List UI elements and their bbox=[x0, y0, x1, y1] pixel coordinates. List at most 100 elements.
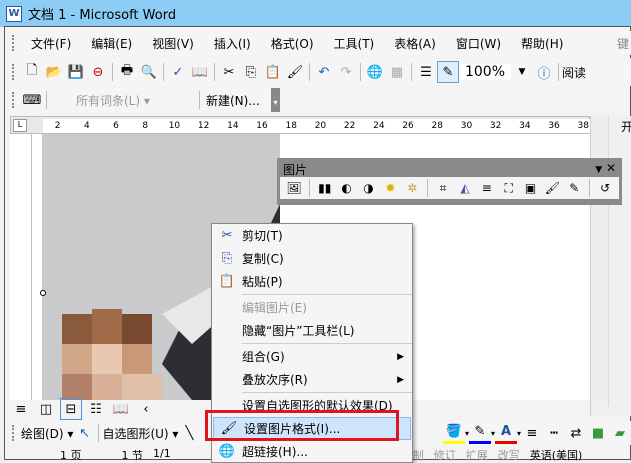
grip-handle[interactable] bbox=[12, 35, 15, 51]
web-view-icon[interactable]: ◫ bbox=[35, 398, 57, 420]
zoom-dropdown-icon[interactable]: ▼ bbox=[511, 61, 533, 83]
ruler-tick-label: 4 bbox=[83, 121, 90, 131]
shadow-icon[interactable]: ■ bbox=[587, 422, 609, 444]
table-icon[interactable]: ▦ bbox=[386, 61, 408, 83]
more-brightness-icon[interactable]: ✹ bbox=[380, 178, 400, 198]
compress-icon[interactable]: ⛶ bbox=[499, 178, 519, 198]
text-wrapping-icon[interactable]: ▣ bbox=[521, 178, 541, 198]
redo-icon[interactable]: ↷ bbox=[335, 61, 357, 83]
menu-item-paste[interactable]: 📋 粘贴(P) bbox=[212, 270, 412, 293]
research-icon[interactable]: 📖 bbox=[189, 61, 211, 83]
reading-view-icon[interactable]: 📖 bbox=[110, 398, 132, 420]
status-ovr[interactable]: 改写 bbox=[498, 447, 520, 462]
permission-icon[interactable]: ⊖ bbox=[87, 61, 109, 83]
ruler-tick-label: 24 bbox=[373, 121, 385, 131]
copy-icon[interactable]: ⎘ bbox=[240, 61, 262, 83]
less-brightness-icon[interactable]: ✲ bbox=[402, 178, 422, 198]
save-icon[interactable]: 💾 bbox=[65, 61, 87, 83]
standard-toolbar: 🗋 📂 💾 ⊖ 🖶 🔍 ✓ 📖 ✂ ⎘ 📋 🖌 ↶ ↷ 🌐 ▦ ☰ ✎ 100%… bbox=[10, 58, 631, 86]
format-painter-icon[interactable]: 🖌 bbox=[284, 61, 306, 83]
word-app-icon: W bbox=[6, 5, 22, 22]
hyperlink-icon[interactable]: 🌐 bbox=[364, 61, 386, 83]
menu-format[interactable]: 格式(O) bbox=[261, 35, 324, 52]
color-icon[interactable]: ▮▮ bbox=[315, 178, 335, 198]
line-style-icon[interactable]: ≡ bbox=[521, 422, 543, 444]
more-contrast-icon[interactable]: ◐ bbox=[337, 178, 357, 198]
drawing-icon[interactable]: ✎ bbox=[437, 61, 459, 83]
horizontal-ruler[interactable]: L 2 4 6 8 10 12 14 16 18 20 22 24 26 28 30 32 34 36 38 bbox=[10, 116, 598, 134]
normal-view-icon[interactable]: ≡ bbox=[10, 398, 32, 420]
menu-item-hide-toolbar[interactable]: 隐藏“图片”工具栏(L) bbox=[212, 319, 412, 342]
grip-handle[interactable] bbox=[12, 92, 15, 108]
less-contrast-icon[interactable]: ◑ bbox=[359, 178, 379, 198]
line-style-icon[interactable]: ≡ bbox=[477, 178, 497, 198]
zoom-field[interactable]: 100% bbox=[459, 64, 511, 80]
grip-handle[interactable] bbox=[12, 64, 15, 80]
ruler-tick-label: 36 bbox=[548, 121, 560, 131]
menu-window[interactable]: 窗口(W) bbox=[446, 35, 511, 52]
vertical-ruler[interactable] bbox=[10, 134, 32, 400]
task-pane-label: 开 bbox=[621, 120, 631, 134]
menu-tools[interactable]: 工具(T) bbox=[324, 35, 385, 52]
arrow-style-icon[interactable]: ⇄ bbox=[565, 422, 587, 444]
keyboard-icon[interactable]: ⌨ bbox=[21, 89, 43, 111]
3d-icon[interactable]: ▰ bbox=[609, 422, 631, 444]
resize-handle[interactable] bbox=[40, 290, 46, 296]
print-layout-icon[interactable]: ⊟ bbox=[60, 398, 82, 420]
status-trk[interactable]: 修订 bbox=[434, 447, 456, 462]
crop-icon[interactable]: ⌗ bbox=[433, 178, 453, 198]
rotate-icon[interactable]: ◭ bbox=[455, 178, 475, 198]
print-preview-icon[interactable]: 🔍 bbox=[138, 61, 160, 83]
scroll-left-icon[interactable]: ‹ bbox=[135, 398, 157, 420]
paste-icon[interactable]: 📋 bbox=[262, 61, 284, 83]
new-icon[interactable]: 🗋 bbox=[21, 61, 43, 83]
cut-icon[interactable]: ✂ bbox=[218, 61, 240, 83]
new-entry-button[interactable]: 新建(N)... bbox=[206, 92, 260, 109]
menu-item-order[interactable]: 叠放次序(R) ▶ bbox=[212, 368, 412, 391]
undo-icon[interactable]: ↶ bbox=[313, 61, 335, 83]
status-ext[interactable]: 扩展 bbox=[466, 447, 488, 462]
submenu-arrow-icon: ▶ bbox=[397, 374, 404, 385]
menu-insert[interactable]: 插入(I) bbox=[204, 35, 261, 52]
toolbar-options-icon[interactable]: ▼ bbox=[595, 165, 602, 175]
open-icon[interactable]: 📂 bbox=[43, 61, 65, 83]
picture-toolbar: 图片 ▼ ✕ 🖼 ▮▮ ◐ ◑ ✹ ✲ ⌗ ◭ ≡ ⛶ ▣ 🖌 ✎ ↺ bbox=[277, 158, 622, 205]
dash-style-icon[interactable]: ┅ bbox=[543, 422, 565, 444]
font-color-icon[interactable]: A bbox=[494, 422, 517, 444]
menu-view[interactable]: 视图(V) bbox=[142, 35, 204, 52]
spelling-icon[interactable]: ✓ bbox=[167, 61, 189, 83]
menu-file[interactable]: 文件(F) bbox=[21, 35, 81, 52]
entries-dropdown[interactable]: 所有词条(L) ▾ bbox=[76, 92, 196, 109]
menu-item-copy[interactable]: ⎘ 复制(C) bbox=[212, 247, 412, 270]
fill-color-icon[interactable]: 🪣 bbox=[442, 422, 465, 444]
toolbar-options-icon[interactable]: ▾ bbox=[271, 88, 280, 112]
select-objects-icon[interactable]: ↖ bbox=[73, 422, 95, 444]
line-icon[interactable]: ╲ bbox=[178, 422, 200, 444]
help-icon[interactable]: ⓘ bbox=[533, 61, 555, 83]
insert-picture-icon[interactable]: 🖼 bbox=[284, 178, 304, 198]
set-transparent-icon[interactable]: ✎ bbox=[564, 178, 584, 198]
menu-item-cut[interactable]: ✂ 剪切(T) bbox=[212, 224, 412, 247]
ruler-tick-label: 12 bbox=[197, 121, 210, 131]
grip-handle[interactable] bbox=[12, 425, 15, 441]
ruler-tick-label: 6 bbox=[113, 121, 119, 131]
status-language: 英语(美国) bbox=[529, 449, 583, 462]
format-picture-icon[interactable]: 🖌 bbox=[542, 178, 562, 198]
tab-selector[interactable]: L bbox=[13, 119, 27, 132]
menu-edit[interactable]: 编辑(E) bbox=[81, 35, 142, 52]
reset-picture-icon[interactable]: ↺ bbox=[595, 178, 615, 198]
menu-help[interactable]: 帮助(H) bbox=[511, 35, 573, 52]
outline-view-icon[interactable]: ☷ bbox=[85, 398, 107, 420]
menu-item-group[interactable]: 组合(G) ▶ bbox=[212, 345, 412, 368]
menu-extra[interactable]: 键 bbox=[615, 35, 631, 52]
ruler-tick-label: 32 bbox=[489, 121, 502, 131]
reviewing-toolbar: ⌨ 所有词条(L) ▾ 新建(N)... ▾ bbox=[10, 88, 280, 112]
autoshapes-menu[interactable]: 自选图形(U) ▾ bbox=[102, 425, 178, 442]
menu-table[interactable]: 表格(A) bbox=[384, 35, 446, 52]
line-color-icon[interactable]: ✎ bbox=[468, 422, 491, 444]
print-icon[interactable]: 🖶 bbox=[116, 61, 138, 83]
columns-icon[interactable]: ☰ bbox=[415, 61, 437, 83]
close-icon[interactable]: ✕ bbox=[606, 161, 616, 175]
draw-menu[interactable]: 绘图(D) ▾ bbox=[21, 425, 73, 442]
read-button[interactable]: 阅读 bbox=[562, 64, 586, 81]
